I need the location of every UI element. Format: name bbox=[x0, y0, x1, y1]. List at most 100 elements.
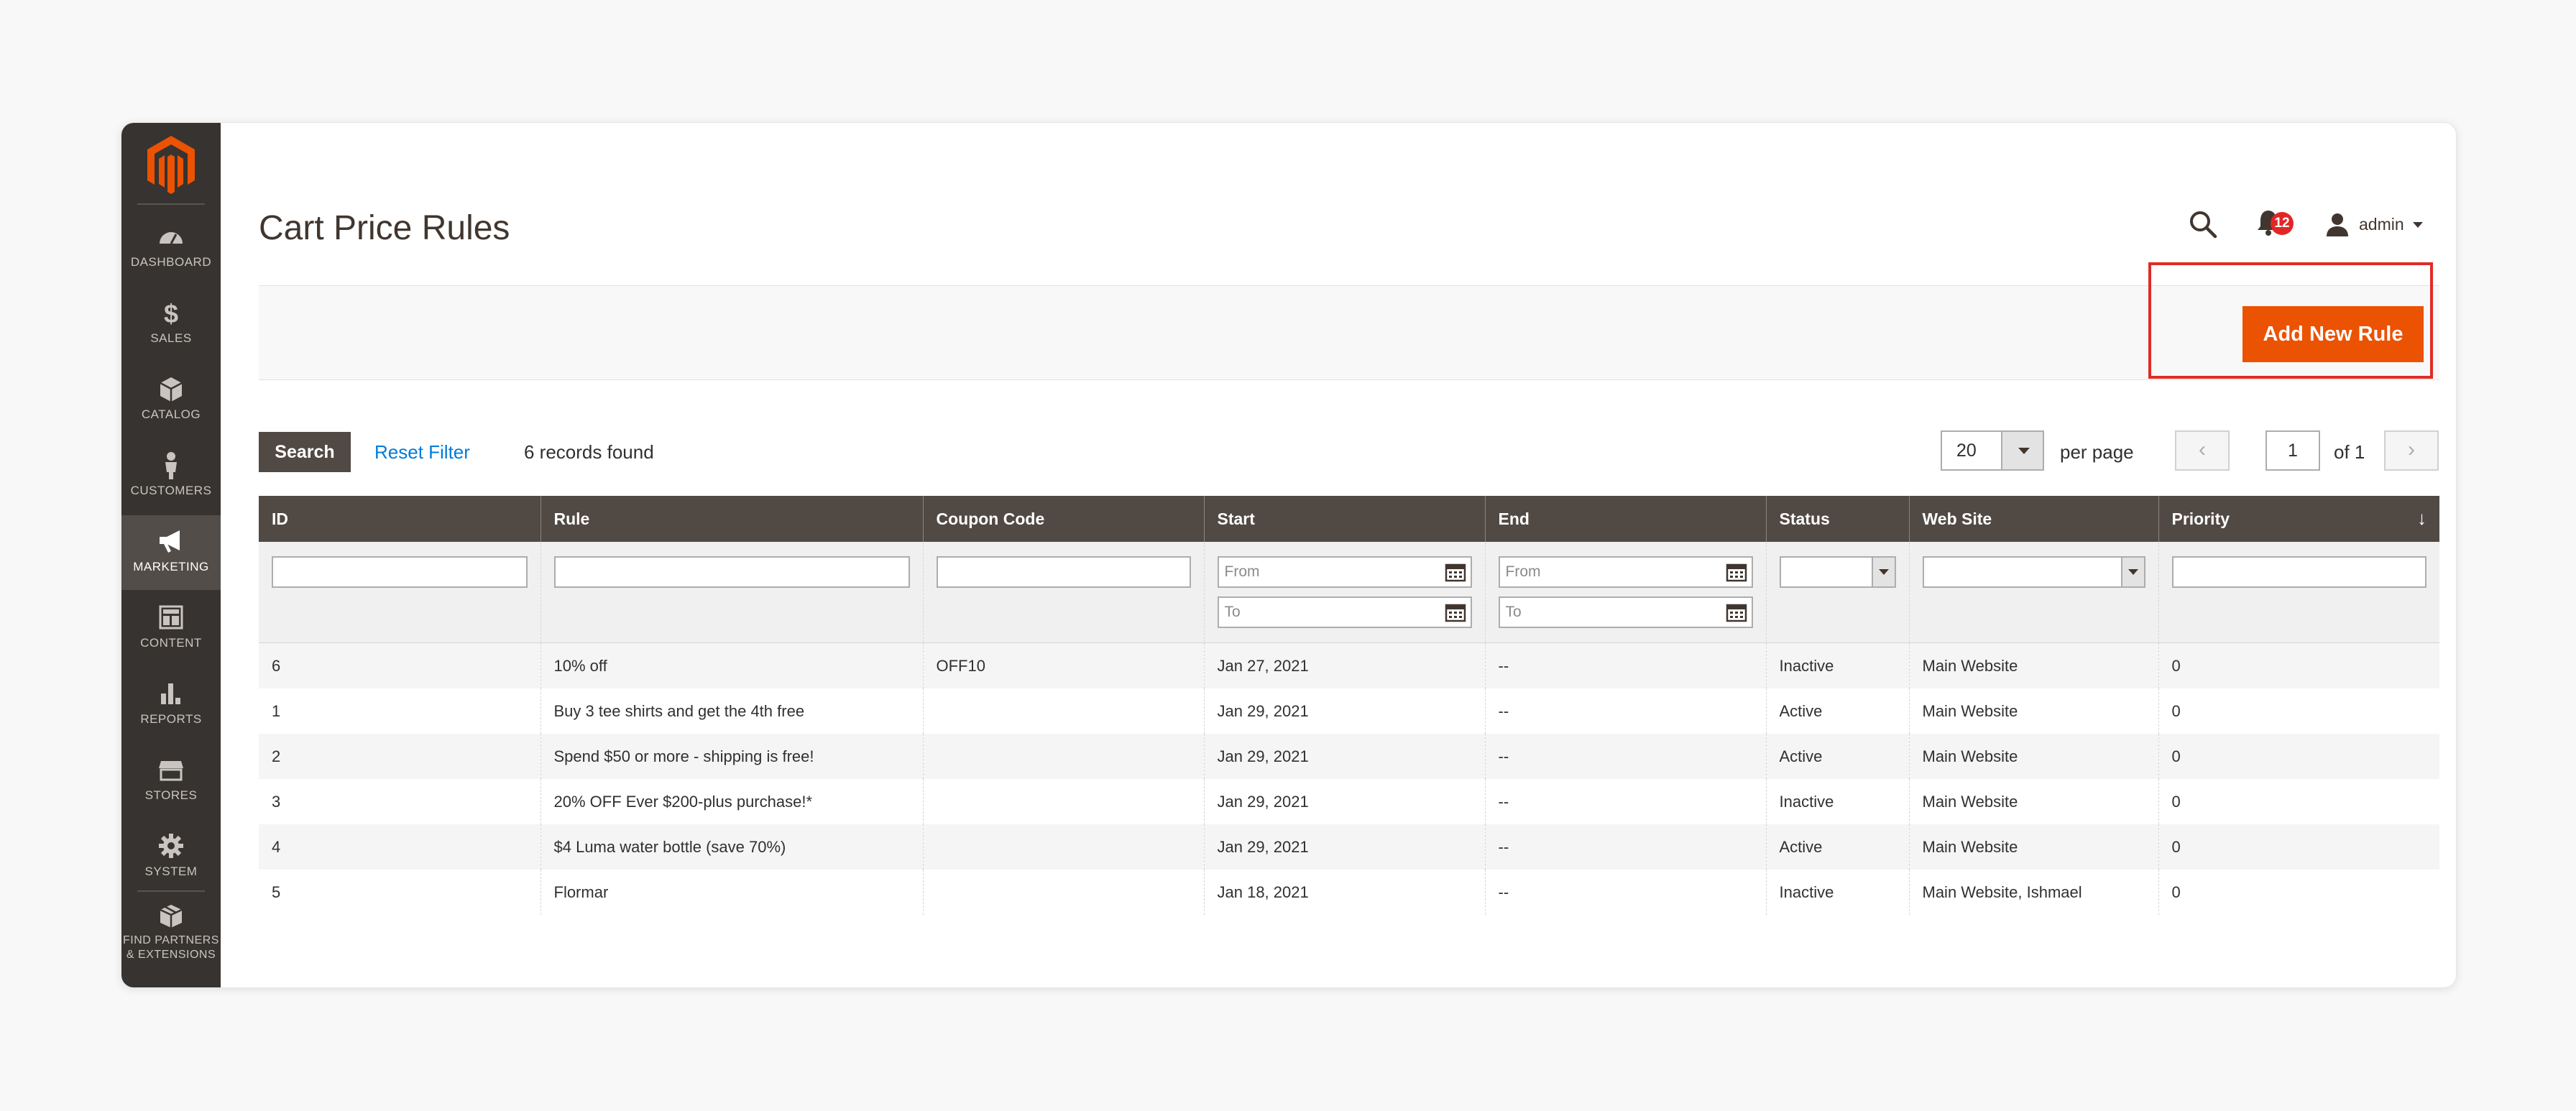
filter-id-input[interactable] bbox=[272, 556, 528, 588]
column-header-end[interactable]: End bbox=[1484, 496, 1766, 542]
nav-label: CONTENT bbox=[140, 636, 202, 650]
cell-id: 3 bbox=[259, 779, 540, 824]
person-icon bbox=[165, 452, 177, 479]
caret-down-icon[interactable] bbox=[2413, 222, 2423, 228]
cell-web-site: Main Website bbox=[1908, 779, 2158, 824]
box-icon bbox=[160, 905, 183, 928]
dollar-icon: $ bbox=[164, 299, 178, 327]
cell-end: -- bbox=[1484, 688, 1766, 734]
chevron-left-icon: ‹ bbox=[2199, 438, 2206, 461]
cell-id: 5 bbox=[259, 870, 540, 915]
previous-page-button[interactable]: ‹ bbox=[2175, 430, 2230, 471]
cell-priority: 0 bbox=[2158, 734, 2439, 779]
grid-header-row: ID Rule Coupon Code Start End Status Web… bbox=[259, 496, 2439, 542]
nav-label: SYSTEM bbox=[144, 865, 198, 878]
cell-coupon-code bbox=[922, 779, 1204, 824]
next-page-button[interactable]: › bbox=[2384, 430, 2439, 471]
user-icon[interactable] bbox=[2324, 212, 2350, 238]
nav-catalog[interactable]: CATALOG bbox=[121, 363, 221, 438]
cell-coupon-code bbox=[922, 870, 1204, 915]
filter-start-from-input[interactable]: From bbox=[1217, 556, 1472, 588]
sidebar-divider bbox=[137, 203, 205, 205]
date-placeholder: From bbox=[1505, 563, 1541, 580]
cell-end: -- bbox=[1484, 642, 1766, 688]
cell-start: Jan 27, 2021 bbox=[1203, 642, 1485, 688]
table-row[interactable]: 2 Spend $50 or more - shipping is free! … bbox=[259, 734, 2439, 779]
nav-stores[interactable]: STORES bbox=[121, 744, 221, 819]
filter-web-site-select[interactable] bbox=[1922, 556, 2145, 588]
notification-badge: 12 bbox=[2271, 212, 2294, 235]
add-new-rule-button[interactable]: Add New Rule bbox=[2242, 306, 2424, 362]
admin-username[interactable]: admin bbox=[2359, 215, 2404, 234]
calendar-icon[interactable] bbox=[1445, 562, 1466, 582]
table-row[interactable]: 5 Flormar Jan 18, 2021 -- Inactive Main … bbox=[259, 870, 2439, 915]
chevron-down-icon[interactable] bbox=[1871, 558, 1895, 586]
cell-end: -- bbox=[1484, 779, 1766, 824]
per-page-dropdown-toggle[interactable] bbox=[2001, 430, 2044, 471]
column-header-web-site[interactable]: Web Site bbox=[1908, 496, 2158, 542]
nav-label: CATALOG bbox=[141, 407, 201, 421]
nav-system[interactable]: SYSTEM bbox=[121, 820, 221, 895]
table-row[interactable]: 4 $4 Luma water bottle (save 70%) Jan 29… bbox=[259, 824, 2439, 870]
page-title: Cart Price Rules bbox=[259, 209, 510, 247]
cell-rule: 10% off bbox=[540, 642, 923, 688]
admin-window: DASHBOARD $ SALES CATALOG CUSTOMERS MARK… bbox=[121, 122, 2457, 988]
filter-priority-input[interactable] bbox=[2171, 556, 2426, 588]
table-row[interactable]: 1 Buy 3 tee shirts and get the 4th free … bbox=[259, 688, 2439, 734]
filter-coupon-code-input[interactable] bbox=[936, 556, 1191, 588]
cell-coupon-code: OFF10 bbox=[922, 642, 1204, 688]
filter-rule-input[interactable] bbox=[553, 556, 910, 588]
search-icon[interactable] bbox=[2188, 209, 2218, 239]
sort-arrow-icon[interactable]: ↓ bbox=[2417, 507, 2426, 530]
column-header-priority[interactable]: Priority ↓ bbox=[2158, 496, 2439, 542]
calendar-icon[interactable] bbox=[1726, 562, 1747, 582]
admin-sidebar: DASHBOARD $ SALES CATALOG CUSTOMERS MARK… bbox=[121, 123, 221, 987]
nav-marketing[interactable]: MARKETING bbox=[121, 515, 221, 590]
nav-find-partners[interactable]: FIND PARTNERS & EXTENSIONS bbox=[121, 893, 221, 968]
cell-id: 2 bbox=[259, 734, 540, 779]
table-row[interactable]: 6 10% off OFF10 Jan 27, 2021 -- Inactive… bbox=[259, 642, 2439, 688]
filter-status-select[interactable] bbox=[1779, 556, 1896, 588]
reset-filter-link[interactable]: Reset Filter bbox=[374, 441, 470, 464]
column-header-rule[interactable]: Rule bbox=[540, 496, 923, 542]
nav-label: REPORTS bbox=[140, 712, 202, 726]
filter-end-from-input[interactable]: From bbox=[1498, 556, 1753, 588]
nav-content[interactable]: CONTENT bbox=[121, 591, 221, 666]
date-placeholder: From bbox=[1224, 563, 1260, 580]
cell-id: 4 bbox=[259, 824, 540, 870]
cell-web-site: Main Website, Ishmael bbox=[1908, 870, 2158, 915]
filter-end-to-input[interactable]: To bbox=[1498, 596, 1753, 628]
filter-start-to-input[interactable]: To bbox=[1217, 596, 1472, 628]
nav-sales[interactable]: $ SALES bbox=[121, 287, 221, 361]
nav-label: CUSTOMERS bbox=[130, 484, 212, 497]
cell-id: 1 bbox=[259, 688, 540, 734]
nav-dashboard[interactable]: DASHBOARD bbox=[121, 211, 221, 285]
column-header-start[interactable]: Start bbox=[1203, 496, 1485, 542]
nav-reports[interactable]: REPORTS bbox=[121, 668, 221, 742]
cell-rule: Flormar bbox=[540, 870, 923, 915]
cell-rule: $4 Luma water bottle (save 70%) bbox=[540, 824, 923, 870]
cell-end: -- bbox=[1484, 870, 1766, 915]
cell-status: Active bbox=[1765, 688, 1909, 734]
search-button[interactable]: Search bbox=[259, 432, 351, 472]
column-header-id[interactable]: ID bbox=[259, 496, 540, 542]
cell-status: Inactive bbox=[1765, 779, 1909, 824]
cell-priority: 0 bbox=[2158, 779, 2439, 824]
magento-logo-icon[interactable] bbox=[143, 133, 199, 198]
cell-status: Active bbox=[1765, 824, 1909, 870]
column-header-status[interactable]: Status bbox=[1765, 496, 1909, 542]
nav-customers[interactable]: CUSTOMERS bbox=[121, 439, 221, 514]
column-header-coupon-code[interactable]: Coupon Code bbox=[922, 496, 1204, 542]
cell-id: 6 bbox=[259, 642, 540, 688]
nav-label: STORES bbox=[144, 788, 198, 802]
cart-price-rules-grid: ID Rule Coupon Code Start End Status Web… bbox=[259, 496, 2439, 915]
calendar-icon[interactable] bbox=[1726, 602, 1747, 622]
table-row[interactable]: 3 20% OFF Ever $200-plus purchase!* Jan … bbox=[259, 779, 2439, 824]
cell-web-site: Main Website bbox=[1908, 734, 2158, 779]
cell-start: Jan 29, 2021 bbox=[1203, 779, 1485, 824]
current-page-input[interactable]: 1 bbox=[2266, 430, 2320, 471]
chevron-down-icon[interactable] bbox=[2120, 558, 2144, 586]
per-page-select[interactable]: 20 bbox=[1941, 430, 2001, 471]
calendar-icon[interactable] bbox=[1445, 602, 1466, 622]
cube-icon bbox=[160, 377, 183, 402]
